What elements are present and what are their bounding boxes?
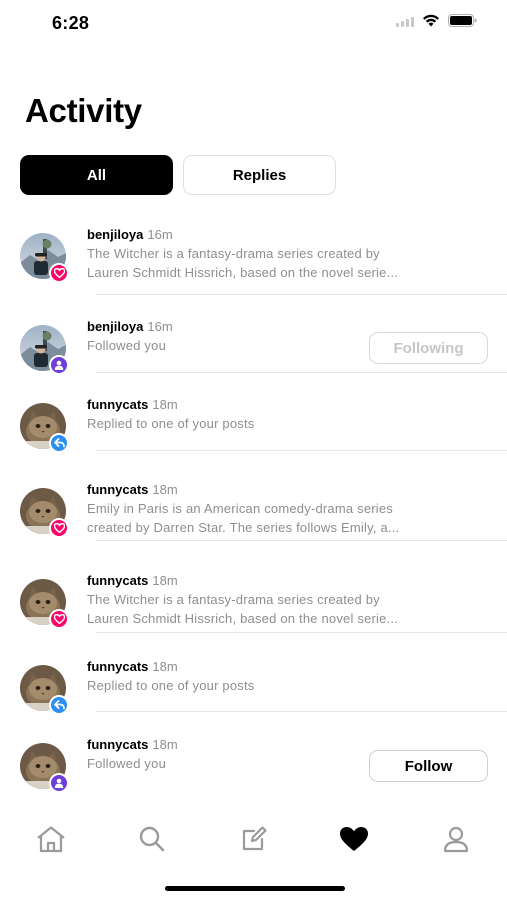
avatar[interactable]: [20, 233, 69, 283]
activity-body: The Witcher is a fantasy-drama series cr…: [87, 244, 467, 282]
avatar[interactable]: [20, 743, 69, 793]
tab-replies[interactable]: Replies: [183, 155, 336, 195]
profile-icon[interactable]: [438, 821, 474, 857]
reply-icon: [49, 433, 69, 453]
activity-body: Emily in Paris is an American comedy-dra…: [87, 499, 467, 537]
activity-body: The Witcher is a fantasy-drama series cr…: [87, 590, 467, 628]
username[interactable]: funnycats: [87, 573, 148, 588]
activity-body-line: The Witcher is a fantasy-drama series cr…: [87, 592, 380, 607]
heart-icon: [49, 263, 69, 283]
username[interactable]: funnycats: [87, 397, 148, 412]
status-icons: [396, 14, 477, 27]
activity-text: funnycats 18m Replied to one of your posts: [87, 396, 467, 433]
activity-body-line: The Witcher is a fantasy-drama series cr…: [87, 246, 380, 261]
activity-body-line: created by Darren Star. The series follo…: [87, 520, 400, 535]
reply-icon: [49, 695, 69, 715]
avatar[interactable]: [20, 579, 69, 629]
status-time: 6:28: [52, 13, 90, 33]
divider: [96, 711, 507, 712]
username[interactable]: funnycats: [87, 482, 148, 497]
tab-all[interactable]: All: [20, 155, 173, 195]
person-icon: [49, 773, 69, 793]
wifi-icon: [423, 14, 439, 27]
activity-body-line: Lauren Schmidt Hissrich, based on the no…: [87, 265, 398, 280]
activity-body: Replied to one of your posts: [87, 414, 467, 433]
activity-body-line: Replied to one of your posts: [87, 678, 255, 693]
bottom-tab-bar: [0, 815, 507, 865]
timestamp: 18m: [152, 737, 178, 752]
person-icon: [49, 355, 69, 375]
avatar[interactable]: [20, 325, 69, 375]
activity-text: funnycats 18m Replied to one of your posts: [87, 658, 467, 695]
home-indicator: [165, 886, 345, 891]
divider: [96, 632, 507, 633]
username[interactable]: benjiloya: [87, 227, 143, 242]
avatar[interactable]: [20, 403, 69, 453]
timestamp: 18m: [152, 573, 178, 588]
timestamp: 16m: [147, 319, 173, 334]
timestamp: 16m: [147, 227, 173, 242]
activity-heart-icon[interactable]: [336, 821, 372, 857]
activity-body-line: Replied to one of your posts: [87, 416, 255, 431]
activity-body-line: Emily in Paris is an American comedy-dra…: [87, 501, 394, 516]
status-bar: 6:28: [0, 0, 507, 46]
activity-body: Replied to one of your posts: [87, 676, 467, 695]
filter-tabs: All Replies: [20, 155, 336, 195]
compose-icon[interactable]: [236, 821, 272, 857]
search-icon[interactable]: [134, 821, 170, 857]
heart-icon: [49, 518, 69, 538]
activity-header: funnycats 18m: [87, 572, 467, 590]
avatar[interactable]: [20, 665, 69, 715]
avatar[interactable]: [20, 488, 69, 538]
username[interactable]: benjiloya: [87, 319, 143, 334]
timestamp: 18m: [152, 659, 178, 674]
activity-header: benjiloya 16m: [87, 226, 467, 244]
follow-button[interactable]: Follow: [369, 750, 488, 782]
cellular-signal-icon: [396, 15, 414, 27]
divider: [96, 540, 507, 541]
heart-icon: [49, 609, 69, 629]
activity-body-line: Lauren Schmidt Hissrich, based on the no…: [87, 611, 398, 626]
page-title: Activity: [25, 92, 142, 129]
username[interactable]: funnycats: [87, 737, 148, 752]
timestamp: 18m: [152, 482, 178, 497]
divider: [96, 372, 507, 373]
timestamp: 18m: [152, 397, 178, 412]
activity-text: funnycats 18m The Witcher is a fantasy-dra…: [87, 572, 467, 628]
battery-icon: [448, 14, 477, 27]
username[interactable]: funnycats: [87, 659, 148, 674]
home-icon[interactable]: [33, 821, 69, 857]
following-button[interactable]: Following: [369, 332, 488, 364]
activity-header: funnycats 18m: [87, 481, 467, 499]
divider: [96, 450, 507, 451]
activity-text: benjiloya 16m The Witcher is a fantasy-dra…: [87, 226, 467, 282]
activity-header: funnycats 18m: [87, 658, 467, 676]
activity-header: funnycats 18m: [87, 396, 467, 414]
activity-text: funnycats 18m Emily in Paris is an America…: [87, 481, 467, 537]
divider: [96, 294, 507, 295]
